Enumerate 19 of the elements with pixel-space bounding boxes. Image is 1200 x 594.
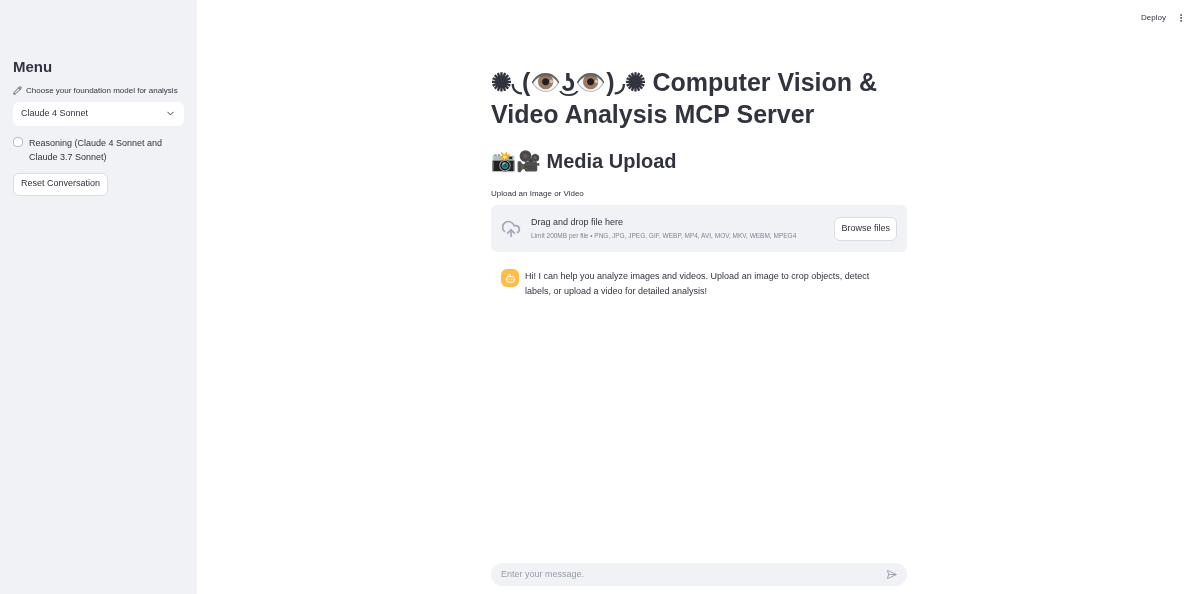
chat-input[interactable]: Enter your message. bbox=[491, 563, 907, 586]
reset-conversation-button[interactable]: Reset Conversation bbox=[13, 172, 109, 196]
section-heading: 📸🎥 Media Upload bbox=[491, 149, 678, 174]
sidebar-title: Menu bbox=[13, 57, 54, 77]
reasoning-checkbox[interactable] bbox=[13, 136, 23, 147]
bot-avatar-icon bbox=[501, 269, 519, 287]
uploader-label: Upload an Image or Video bbox=[491, 188, 585, 200]
cloud-upload-icon bbox=[501, 218, 521, 239]
page-title: ✺◟(👁͜ʖ👁)◞✺ Computer Vision & Video Analysis MCP Server bbox=[491, 67, 879, 130]
model-label: Choose your foundation model for analysis bbox=[26, 84, 178, 97]
chat-message: Hi! I can help you analyze images and videos. Upload an image to crop objects, detect labels, or upload a video for detailed analysis! bbox=[525, 270, 871, 298]
message-field[interactable]: Enter your message. bbox=[501, 567, 886, 582]
reasoning-label: Reasoning (Claude 4 Sonnet and Claude 3.7 Sonnet) bbox=[29, 136, 164, 164]
send-icon[interactable] bbox=[886, 569, 897, 580]
pencil-icon bbox=[13, 86, 22, 95]
deploy-button[interactable]: Deploy bbox=[1141, 12, 1166, 24]
browse-files-button[interactable]: Browse files bbox=[834, 216, 897, 241]
drop-text: Drag and drop file here bbox=[531, 215, 625, 229]
model-select[interactable]: Claude 4 Sonnet bbox=[13, 101, 184, 126]
